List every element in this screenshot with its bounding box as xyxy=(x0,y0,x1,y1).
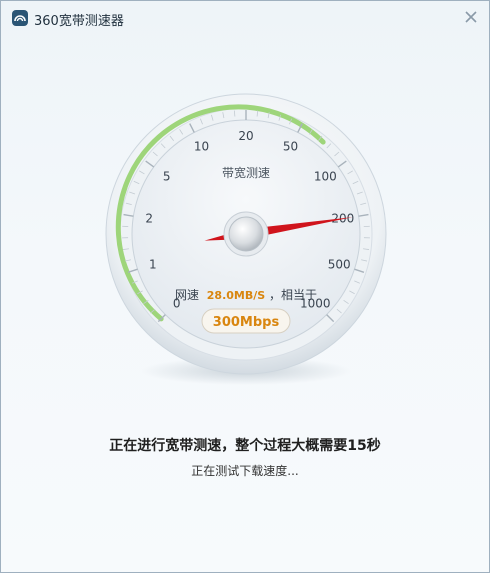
gauge-scale-label: 10 xyxy=(194,140,209,154)
gauge-scale-label: 100 xyxy=(314,169,337,183)
speed-gauge: 带宽测速 0 1 2 5 10 20 50 100 200 500 1000 网速 28.0MB/S… xyxy=(101,89,391,399)
close-button[interactable] xyxy=(459,7,483,29)
gauge-center-cap xyxy=(228,216,264,252)
gauge-scale-label: 5 xyxy=(163,169,171,183)
app-logo-icon xyxy=(12,10,28,26)
gauge-minor-tick xyxy=(233,110,236,117)
bandwidth-value: 300Mbps xyxy=(213,315,280,330)
gauge-scale-label: 1 xyxy=(149,257,157,271)
window-title: 360宽带测速器 xyxy=(34,14,124,29)
status-sub: 正在测试下载速度... xyxy=(191,464,299,478)
speed-suffix: ，相当于 xyxy=(269,288,317,302)
speed-prefix: 网速 xyxy=(175,288,199,302)
close-icon xyxy=(465,11,477,23)
gauge-minor-tick xyxy=(256,110,259,117)
gauge-scale-label: 500 xyxy=(328,257,351,271)
status-main: 正在进行宽带测速，整个过程大概需要15秒 xyxy=(109,438,381,454)
speed-value: 28.0MB/S xyxy=(207,289,265,302)
gauge-caption: 带宽测速 xyxy=(222,165,270,180)
speedtest-window: 360宽带测速器 带宽测速 0 1 2 5 10 20 50 100 200 5… xyxy=(0,0,490,573)
gauge-scale-label: 20 xyxy=(238,129,253,143)
gauge-scale-label: 2 xyxy=(145,212,153,226)
speed-readout-line: 网速 28.0MB/S ，相当于 xyxy=(175,288,317,302)
gauge-scale-label: 50 xyxy=(283,140,298,154)
title-bar: 360宽带测速器 xyxy=(1,1,489,35)
